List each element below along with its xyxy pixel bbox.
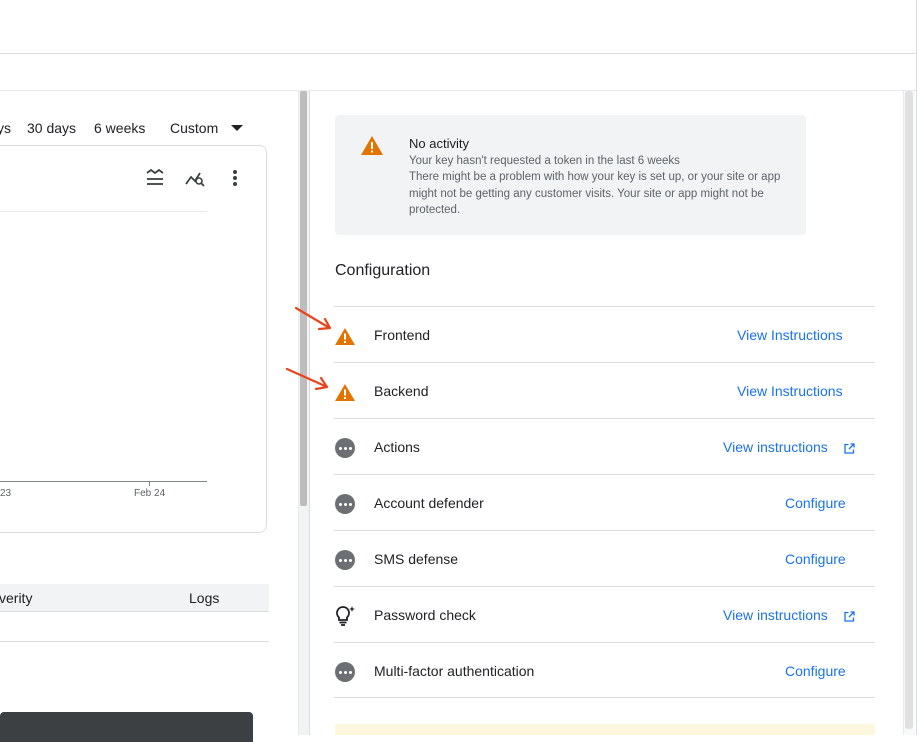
view-instructions-link[interactable]: View Instructions: [737, 327, 843, 343]
config-label: Multi-factor authentication: [374, 663, 535, 679]
view-instructions-link[interactable]: View Instructions: [737, 383, 843, 399]
column-header-logs[interactable]: Logs: [189, 590, 219, 606]
chart-x-tick: [149, 481, 150, 486]
right-pane-scroll-thumb[interactable]: [905, 91, 913, 729]
alert-body-line: Your key hasn't requested a token in the…: [409, 155, 680, 167]
range-6-weeks[interactable]: 6 weeks: [94, 120, 145, 136]
more-horizontal-icon: [334, 661, 356, 683]
table-header: [0, 584, 269, 612]
column-header-severity[interactable]: verity: [0, 590, 32, 606]
view-instructions-link[interactable]: View instructions: [723, 439, 828, 455]
config-row-frontend: Frontend View Instructions: [334, 306, 875, 362]
chart-gridline: [0, 211, 207, 212]
window-edge: [916, 0, 920, 735]
range-7-days[interactable]: ys: [0, 120, 11, 136]
open-in-new-icon[interactable]: [844, 609, 855, 627]
more-horizontal-icon: [334, 549, 356, 571]
configuration-title: Configuration: [335, 262, 431, 279]
snackbar: [0, 712, 253, 742]
chart-card: [0, 145, 267, 533]
pane-divider: [309, 91, 310, 735]
alert-title: No activity: [409, 136, 469, 151]
warning-icon: [360, 135, 384, 161]
config-label: Account defender: [374, 495, 484, 511]
x-tick-label: Feb 24: [134, 488, 166, 499]
view-instructions-link[interactable]: View instructions: [723, 607, 828, 623]
range-30-days[interactable]: 30 days: [27, 120, 76, 136]
configure-link[interactable]: Configure: [785, 551, 846, 567]
config-row-actions: Actions View instructions: [334, 418, 875, 474]
config-label: SMS defense: [374, 551, 459, 567]
configure-link[interactable]: Configure: [785, 663, 846, 679]
config-label: Backend: [374, 383, 429, 399]
alert-body: Your key hasn't requested a token in the…: [409, 153, 789, 218]
more-horizontal-icon: [334, 493, 356, 515]
config-label: Actions: [374, 439, 420, 455]
query-insights-icon[interactable]: [184, 167, 206, 189]
config-row-password-check: Password check View instructions: [334, 586, 875, 642]
table-row-divider: [0, 641, 269, 642]
config-row-multi-factor-authentication: Multi-factor authentication Configure: [334, 642, 875, 698]
config-row-account-defender: Account defender Configure: [334, 474, 875, 530]
config-label: Password check: [374, 607, 476, 623]
warning-icon: [334, 325, 356, 347]
open-in-new-icon[interactable]: [844, 441, 855, 459]
compare-icon[interactable]: [144, 167, 166, 189]
config-label: Frontend: [374, 327, 431, 343]
configure-link[interactable]: Configure: [785, 495, 846, 511]
lightbulb-icon: [334, 605, 356, 627]
more-vert-icon[interactable]: [224, 167, 246, 189]
annotation-arrow-icon: [285, 365, 331, 400]
more-horizontal-icon: [334, 437, 356, 459]
left-pane-scroll-thumb[interactable]: [300, 91, 307, 506]
config-row-sms-defense: SMS defense Configure: [334, 530, 875, 586]
caret-down-icon[interactable]: [231, 125, 243, 131]
x-tick-label: 23: [0, 488, 12, 499]
warning-icon: [334, 381, 356, 403]
chart-x-axis: [0, 481, 207, 482]
config-row-backend: Backend View Instructions: [334, 362, 875, 418]
alert-body-line: There might be a problem with how your k…: [409, 171, 781, 216]
sub-header-bar: [0, 54, 917, 91]
annotation-arrow-icon: [294, 305, 334, 340]
range-custom[interactable]: Custom: [170, 120, 218, 136]
top-bar: [0, 0, 917, 54]
bottom-notice-banner: [335, 724, 875, 735]
